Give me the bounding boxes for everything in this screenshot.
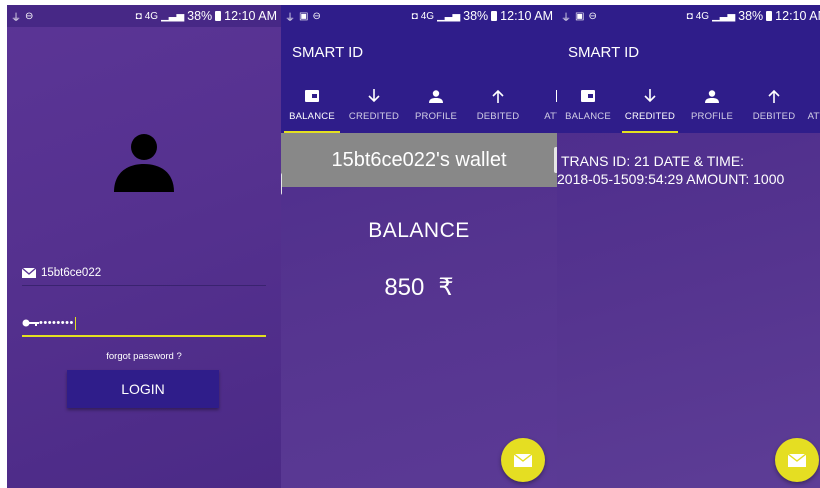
tab-balance[interactable]: BALANCE — [557, 82, 619, 133]
wallet-heading: 15bt6ce022's wallet — [331, 148, 507, 171]
tab-profile[interactable]: PROFILE — [405, 82, 467, 133]
login-screen: ⏚ ⊖ ◘ 4G ▁▃▅ 38% 12:10 AM 15bt6ce022 •••… — [7, 5, 281, 488]
balance-label: BALANCE — [368, 219, 470, 242]
clock: 12:10 AM — [224, 9, 277, 23]
wallet-card: 15bt6ce022's wallet — [281, 133, 557, 187]
message-fab[interactable] — [501, 438, 545, 482]
app-bar: SMART ID BALANCE CREDITED PROFILE DEBITE… — [557, 27, 820, 133]
tab-label: ATTEN — [544, 111, 557, 122]
do-not-disturb-icon: ⊖ — [25, 10, 34, 22]
clock: 12:10 AM — [500, 9, 553, 23]
username-value: 15bt6ce022 — [41, 266, 102, 279]
avatar-icon — [114, 134, 174, 192]
signal-icon: ▁▃▅ — [161, 10, 185, 22]
tab-label: BALANCE — [565, 111, 611, 122]
app-title: SMART ID — [292, 44, 364, 61]
arrow-down-icon — [644, 86, 656, 106]
battery-icon — [766, 11, 773, 21]
message-fab[interactable] — [775, 438, 819, 482]
battery-percent: 38% — [463, 9, 489, 23]
scroll-edge — [281, 173, 282, 195]
tab-label: DEBITED — [476, 111, 520, 122]
battery-icon — [491, 11, 498, 21]
image-icon: ▣ — [575, 10, 585, 22]
usb-icon: ⏚ — [285, 12, 295, 24]
active-tab-indicator — [622, 131, 678, 133]
transaction-entry: TRANS ID: 21 DATE & TIME: 2018-05-1509:5… — [557, 152, 820, 188]
do-not-disturb-icon: ⊖ — [588, 10, 597, 22]
network-type-icon: 4G — [695, 10, 710, 22]
wallet-icon — [581, 86, 595, 106]
key-icon — [22, 319, 39, 327]
tab-bar: BALANCE CREDITED PROFILE DEBITED AT — [281, 82, 557, 133]
transaction-details: 2018-05-1509:54:29 AMOUNT: 1000 — [557, 171, 785, 187]
status-bar: ⏚ ▣ ⊖ ◘ 4G ▁▃▅ 38% 12:10 AM — [281, 5, 557, 27]
battery-percent: 38% — [187, 9, 213, 23]
arrow-down-icon — [368, 86, 380, 106]
notification-icon: ◘ — [411, 10, 418, 22]
envelope-icon — [514, 453, 532, 467]
signal-icon: ▁▃▅ — [712, 10, 736, 22]
balance-amount-row: 850 ₹ — [281, 273, 557, 302]
credited-screen: ⏚ ▣ ⊖ ◘ 4G ▁▃▅ 38% 12:10 AM SMART ID — [557, 5, 820, 488]
battery-percent: 38% — [738, 9, 764, 23]
tab-debited[interactable]: DEBITED — [467, 82, 529, 133]
usb-icon: ⏚ — [11, 12, 21, 24]
battery-icon — [215, 11, 222, 21]
person-icon — [429, 86, 443, 106]
password-field[interactable]: •••••••• — [22, 311, 266, 337]
balance-amount: 850 — [384, 274, 425, 301]
tab-credited[interactable]: CREDITED — [619, 82, 681, 133]
tab-attendance[interactable]: ATTEN — [529, 82, 557, 133]
tab-debited[interactable]: DEBITED — [743, 82, 805, 133]
tab-label: BALANCE — [289, 111, 335, 122]
usb-icon: ⏚ — [561, 12, 571, 24]
tab-profile[interactable]: PROFILE — [681, 82, 743, 133]
forgot-password-link[interactable]: forgot password ? — [7, 351, 281, 362]
notification-icon: ◘ — [686, 10, 693, 22]
network-type-icon: 4G — [420, 10, 435, 22]
screenshot-stage: ⏚ ⊖ ◘ 4G ▁▃▅ 38% 12:10 AM 15bt6ce022 •••… — [0, 0, 820, 488]
tab-label: DEBITED — [752, 111, 796, 122]
arrow-up-icon — [768, 86, 780, 106]
tab-bar: BALANCE CREDITED PROFILE DEBITED AT — [557, 82, 820, 133]
wallet-icon — [305, 86, 319, 106]
tab-label: CREDITED — [624, 111, 676, 122]
image-icon: ▣ — [299, 10, 309, 22]
do-not-disturb-icon: ⊖ — [312, 10, 321, 22]
person-icon — [705, 86, 719, 106]
clock: 12:10 AM — [775, 9, 820, 23]
transaction-header: TRANS ID: 21 DATE & TIME: — [561, 153, 745, 169]
tab-label: PROFILE — [414, 111, 458, 122]
login-button[interactable]: LOGIN — [67, 370, 219, 408]
status-bar: ⏚ ▣ ⊖ ◘ 4G ▁▃▅ 38% 12:10 AM — [557, 5, 820, 27]
app-bar: SMART ID BALANCE CREDITED PROFILE DEBITE… — [281, 27, 557, 133]
status-bar: ⏚ ⊖ ◘ 4G ▁▃▅ 38% 12:10 AM — [7, 5, 281, 27]
arrow-up-icon — [492, 86, 504, 106]
notification-icon: ◘ — [135, 10, 142, 22]
signal-icon: ▁▃▅ — [437, 10, 461, 22]
tab-label: CREDITED — [348, 111, 400, 122]
balance-screen: ⏚ ▣ ⊖ ◘ 4G ▁▃▅ 38% 12:10 AM SMART ID BAL… — [281, 5, 557, 488]
text-cursor — [74, 316, 76, 330]
mail-icon — [22, 267, 36, 278]
password-mask: •••••••• — [39, 317, 74, 329]
tab-credited[interactable]: CREDITED — [343, 82, 405, 133]
tab-label: ATT — [807, 111, 820, 122]
tab-attendance[interactable]: ATT — [805, 82, 820, 133]
tab-balance[interactable]: BALANCE — [281, 82, 343, 133]
network-type-icon: 4G — [144, 10, 159, 22]
currency-symbol: ₹ — [438, 274, 454, 301]
app-title: SMART ID — [568, 44, 640, 61]
tab-label: PROFILE — [690, 111, 734, 122]
envelope-icon — [788, 453, 806, 467]
username-field[interactable]: 15bt6ce022 — [22, 260, 266, 286]
